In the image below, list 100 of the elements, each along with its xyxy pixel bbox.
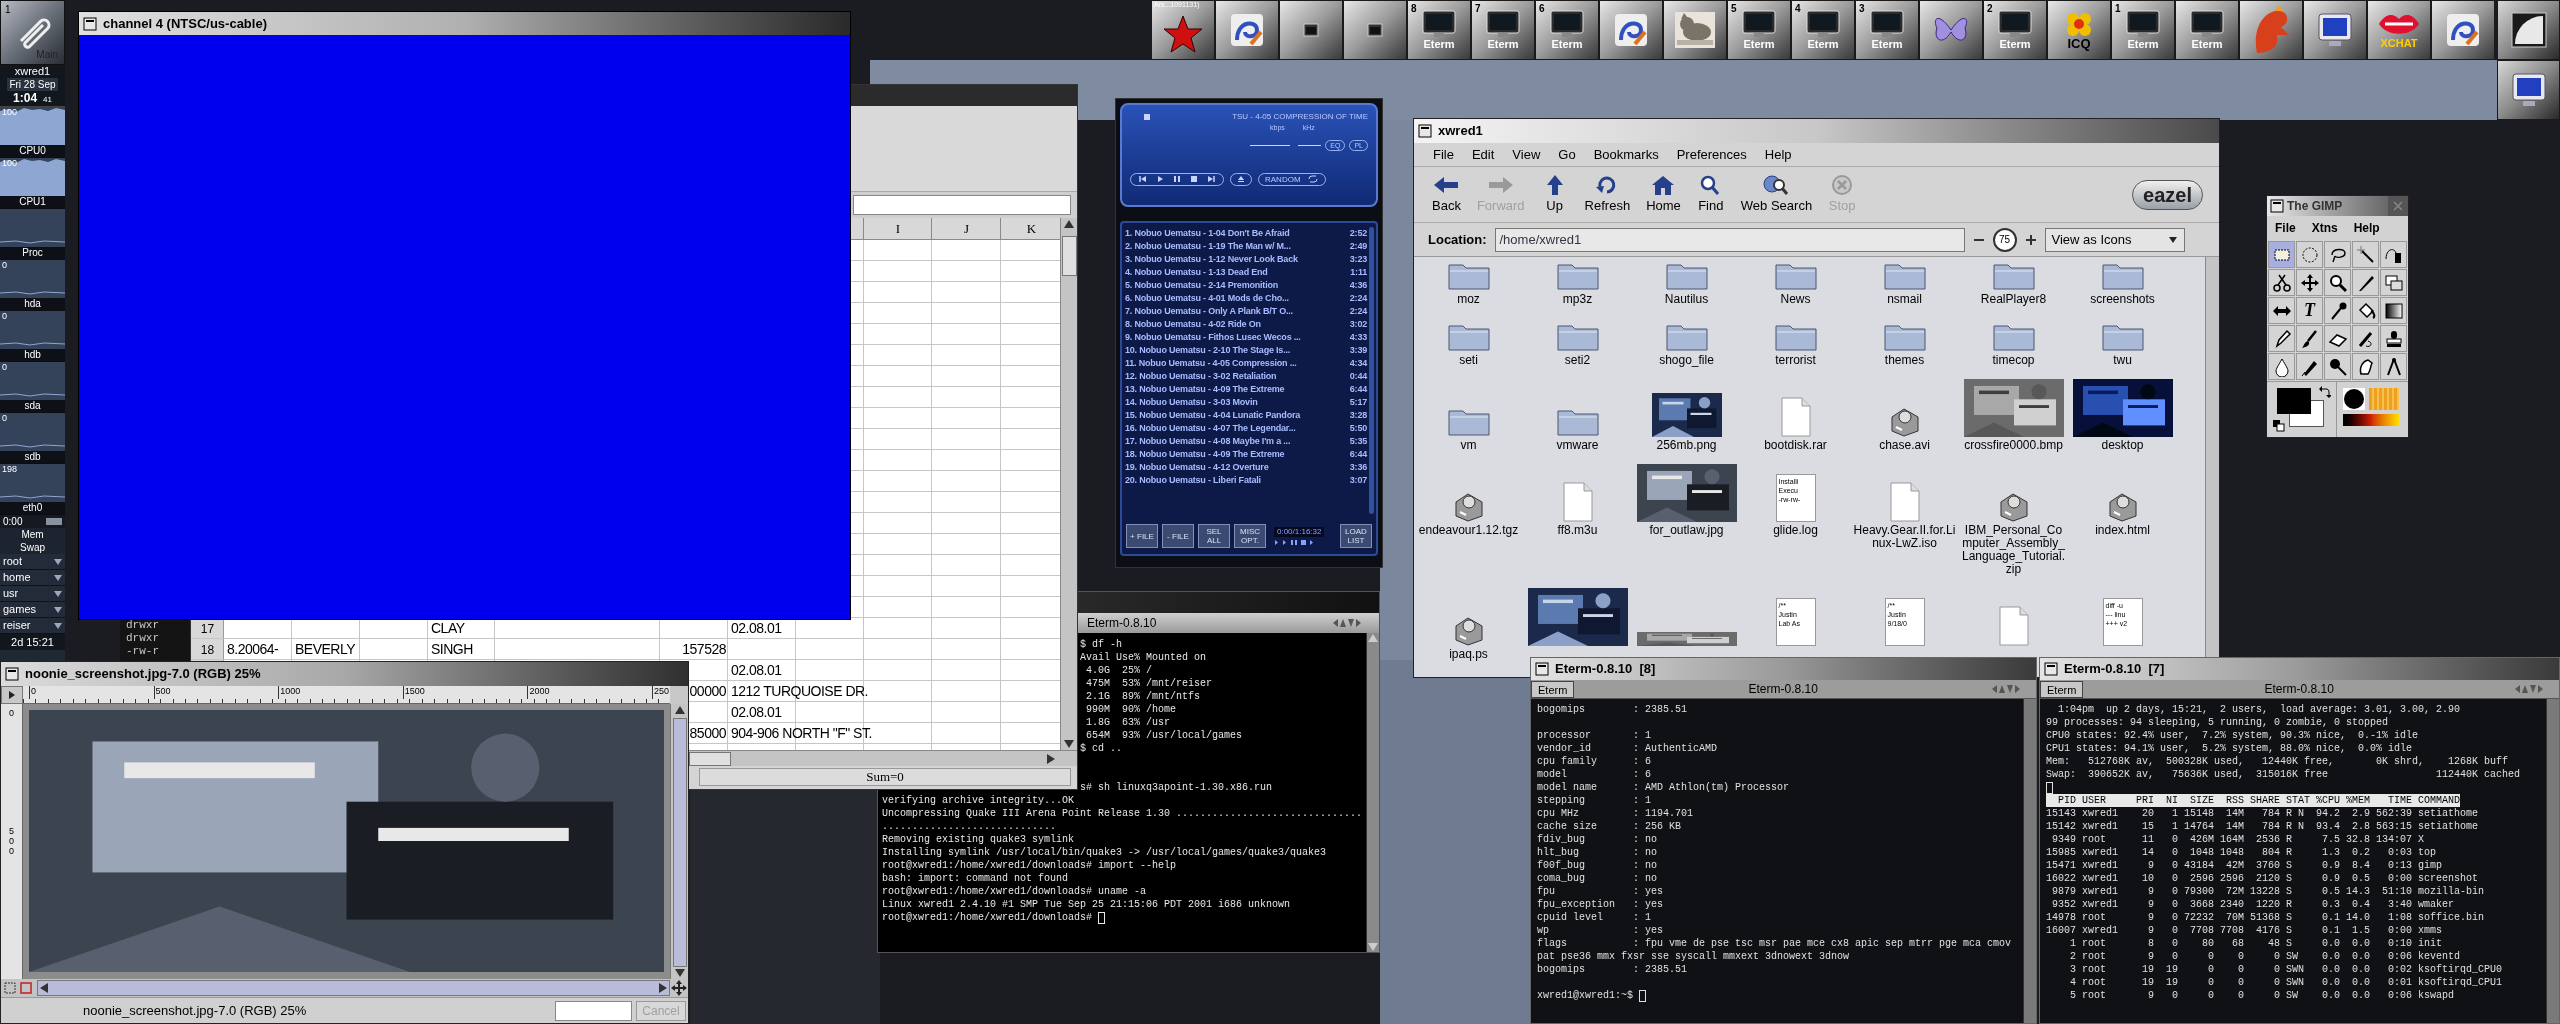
mount-item[interactable]: root: [0, 554, 65, 570]
next-icon[interactable]: [1207, 175, 1215, 183]
playlist-item[interactable]: 5. Nobuo Uematsu - 2-14 Premonition 4:36: [1125, 279, 1367, 292]
menu-item[interactable]: Preferences: [1667, 144, 1756, 165]
playlist-item[interactable]: 14. Nobuo Uematsu - 3-03 Movin 5:17: [1125, 396, 1367, 409]
tool-button[interactable]: [2352, 325, 2379, 352]
playlist-item[interactable]: 4. Nobuo Uematsu - 1-13 Dead End 1:11: [1125, 266, 1367, 279]
dock-tile[interactable]: [2303, 0, 2367, 60]
file-label[interactable]: mp3z: [1562, 293, 1593, 306]
file-label[interactable]: for_outlaw.jpg: [1649, 524, 1724, 537]
playlist-item[interactable]: 11. Nobuo Uematsu - 4-05 Compression ... 4:34: [1125, 357, 1367, 370]
dock-tile[interactable]: [1343, 0, 1407, 60]
toolbar-button[interactable]: Refresh: [1582, 169, 1633, 220]
toolbar-button[interactable]: Find: [1694, 169, 1727, 220]
scrollbar[interactable]: [2023, 699, 2036, 1023]
playlist-item[interactable]: 7. Nobuo Uematsu - Only A Plank B/T O... 2:24: [1125, 305, 1367, 318]
tool-button[interactable]: [2268, 325, 2295, 352]
tool-button[interactable]: [2296, 325, 2323, 352]
clip-tile[interactable]: 1 Main: [0, 0, 65, 65]
playlist-item[interactable]: 3. Nobuo Uematsu - 1-12 Never Look Back 3:23: [1125, 253, 1367, 266]
scrollbar[interactable]: [670, 704, 688, 979]
tool-button[interactable]: [2268, 241, 2295, 268]
file-label[interactable]: shogo_file: [1659, 354, 1714, 367]
input-field[interactable]: [555, 1000, 632, 1021]
zoom-button[interactable]: 75: [1992, 227, 2017, 252]
menu-item[interactable]: Bookmarks: [1584, 144, 1668, 165]
playlist-item[interactable]: 16. Nobuo Uematsu - 4-07 The Legendar... 5:50: [1125, 422, 1367, 435]
play-icon[interactable]: [1156, 175, 1164, 183]
file-label[interactable]: IBM_Personal_Computer_Assembly_Language_Tutorial.zip: [1961, 524, 2066, 576]
menu-item[interactable]: File: [2275, 219, 2296, 237]
playlist-button[interactable]: SEL ALL: [1198, 524, 1230, 548]
file-label[interactable]: bootdisk.rar: [1764, 439, 1827, 452]
mount-item[interactable]: usr: [0, 586, 65, 602]
file-label[interactable]: index.html: [2095, 524, 2150, 537]
tool-button[interactable]: [2380, 297, 2407, 324]
playlist-item[interactable]: 13. Nobuo Uematsu - 4-09 The Extreme 6:44: [1125, 383, 1367, 396]
playlist-item[interactable]: 20. Nobuo Uematsu - Liberi Fatali 3:07: [1125, 474, 1367, 487]
dock-tile[interactable]: [1663, 0, 1727, 60]
tab-button[interactable]: Eterm: [1531, 680, 1575, 698]
plus-icon[interactable]: [2024, 233, 2037, 246]
file-label[interactable]: ff8.m3u: [1557, 524, 1598, 537]
scroll-thumb[interactable]: [1061, 236, 1077, 276]
file-label[interactable]: terrorist: [1775, 354, 1816, 367]
stop-icon[interactable]: [1190, 175, 1198, 183]
playlist-button[interactable]: MISC OPT.: [1234, 524, 1266, 548]
pause-icon[interactable]: [1173, 175, 1181, 183]
dock-tile[interactable]: 2 Eterm: [1983, 0, 2047, 60]
menu-button[interactable]: [1, 686, 23, 704]
location-field[interactable]: /home/xwred1: [1494, 227, 1965, 252]
scrollbar[interactable]: [2205, 257, 2219, 657]
menu-item[interactable]: View: [1503, 144, 1550, 165]
file-label[interactable]: RealPlayer8: [1980, 293, 2047, 306]
playlist-item[interactable]: 17. Nobuo Uematsu - 4-08 Maybe I'm a ... 5:35: [1125, 435, 1367, 448]
playlist-button[interactable]: - FILE: [1162, 524, 1194, 548]
file-label[interactable]: seti: [1459, 354, 1478, 367]
dock-tile[interactable]: [2239, 0, 2303, 60]
toolbar-button[interactable]: Home: [1644, 169, 1683, 220]
gradient-preview[interactable]: [2343, 414, 2399, 426]
dock-tile[interactable]: [1599, 0, 1663, 60]
file-label[interactable]: News: [1780, 293, 1811, 306]
menu-item[interactable]: Xtns: [2311, 219, 2338, 237]
toolbar-button[interactable]: Back: [1430, 169, 1463, 220]
toolbar-button[interactable]: Up: [1538, 169, 1571, 220]
mount-item[interactable]: games: [0, 602, 65, 618]
file-label[interactable]: timecop: [1992, 354, 2035, 367]
column-header[interactable]: I: [895, 218, 901, 239]
tool-button[interactable]: [2324, 241, 2351, 268]
playlist-item[interactable]: 2. Nobuo Uematsu - 1-19 The Man w/ M... 2:49: [1125, 240, 1367, 253]
file-label[interactable]: Nautilus: [1664, 293, 1709, 306]
file-label[interactable]: chase.avi: [1879, 439, 1930, 452]
dock-tile[interactable]: Eterm: [2175, 0, 2239, 60]
tool-button[interactable]: [2324, 325, 2351, 352]
tool-button[interactable]: [2380, 325, 2407, 352]
playlist-item[interactable]: 9. Nobuo Uematsu - Fithos Lusec Wecos ... 4:33: [1125, 331, 1367, 344]
file-label[interactable]: glide.log: [1773, 524, 1818, 537]
file-label[interactable]: 256mb.png: [1656, 439, 1717, 452]
playlist-item[interactable]: 1. Nobuo Uematsu - 1-04 Don't Be Afraid 2:52: [1125, 227, 1367, 240]
file-label[interactable]: endeavour1.12.tgz: [1418, 524, 1519, 537]
tool-button[interactable]: [2380, 241, 2407, 268]
playlist-button[interactable]: LOAD LIST: [1340, 524, 1372, 548]
view-dropdown[interactable]: View as Icons: [2044, 227, 2185, 252]
file-label[interactable]: Heavy.Gear.II.for.Linux-LwZ.iso: [1852, 524, 1957, 550]
playlist-item[interactable]: 10. Nobuo Uematsu - 2-10 The Stage Is... 3:39: [1125, 344, 1367, 357]
playlist-button[interactable]: + FILE: [1126, 524, 1158, 548]
column-header[interactable]: K: [1026, 218, 1037, 239]
menu-item[interactable]: File: [1424, 144, 1463, 165]
tool-button[interactable]: [2324, 353, 2351, 380]
playlist-item[interactable]: 18. Nobuo Uematsu - 4-09 The Extreme 6:44: [1125, 448, 1367, 461]
file-label[interactable]: screenshots: [2090, 293, 2155, 306]
tool-button[interactable]: [2268, 353, 2295, 380]
tool-button[interactable]: [2352, 297, 2379, 324]
tool-button[interactable]: [2352, 353, 2379, 380]
tool-button[interactable]: [2268, 269, 2295, 296]
tool-button[interactable]: [2324, 269, 2351, 296]
scrollbar[interactable]: [1366, 633, 1379, 952]
mount-item[interactable]: reiser: [0, 618, 65, 634]
file-label[interactable]: vm: [1460, 439, 1477, 452]
column-header[interactable]: J: [963, 218, 970, 239]
scrollbar[interactable]: [37, 980, 670, 996]
dock-tile[interactable]: [2431, 0, 2495, 60]
